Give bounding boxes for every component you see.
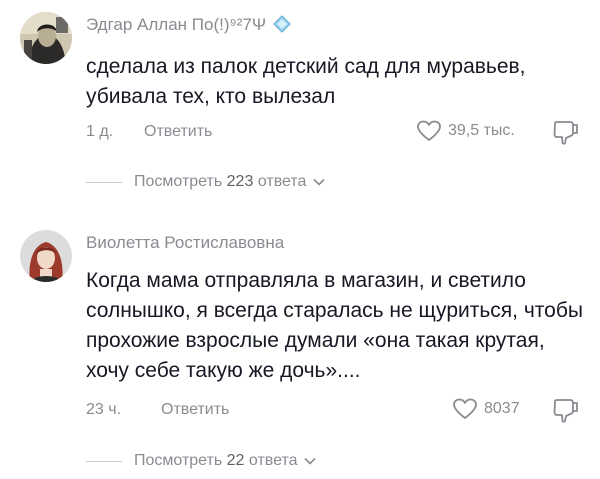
reply-button[interactable]: Ответить (144, 123, 212, 141)
view-replies-button[interactable]: Посмотреть 22 ответа (86, 452, 316, 470)
like-count: 39,5 тыс. (448, 122, 515, 139)
comment-username[interactable]: Эдгар Аллан По(!)⁹²7Ψ (86, 15, 291, 35)
view-replies-label: Посмотреть 22 ответа (134, 452, 316, 470)
avatar[interactable] (20, 12, 72, 64)
chevron-down-icon (304, 457, 316, 465)
comment-text: сделала из палок детский сад для муравье… (86, 55, 526, 108)
diamond-icon (273, 15, 291, 33)
avatar[interactable] (20, 230, 72, 282)
dislike-button[interactable] (552, 397, 580, 428)
like-count: 8037 (484, 400, 520, 417)
dislike-button[interactable] (552, 119, 580, 150)
comment-actions: 1 д. Ответить 39,5 тыс. (86, 120, 600, 149)
replies-count: 223 (226, 173, 254, 190)
view-replies-label: Посмотреть 223 ответа (134, 173, 325, 191)
comment-actions: 23 ч. Ответить 8037 (86, 398, 600, 427)
chevron-down-icon (313, 178, 325, 186)
avatar-photo-icon (20, 230, 72, 282)
avatar-illustration-icon (20, 12, 72, 64)
heart-icon (453, 398, 477, 419)
reply-button[interactable]: Ответить (161, 401, 229, 419)
thumbs-down-icon (553, 399, 578, 423)
view-replies-button[interactable]: Посмотреть 223 ответа (86, 173, 325, 191)
comment-time: 1 д. (86, 123, 114, 140)
thumbs-down-icon (553, 121, 578, 145)
like-button[interactable]: 39,5 тыс. (416, 119, 515, 143)
heart-icon (417, 120, 441, 141)
like-button[interactable]: 8037 (452, 397, 520, 421)
comment-text: Когда мама отправляла в магазин, и свети… (86, 269, 583, 382)
divider (86, 181, 122, 183)
comment-time: 23 ч. (86, 401, 122, 418)
replies-count: 22 (226, 452, 245, 469)
comment-username[interactable]: Виолетта Ростиславовна (86, 233, 284, 253)
divider (86, 460, 122, 462)
